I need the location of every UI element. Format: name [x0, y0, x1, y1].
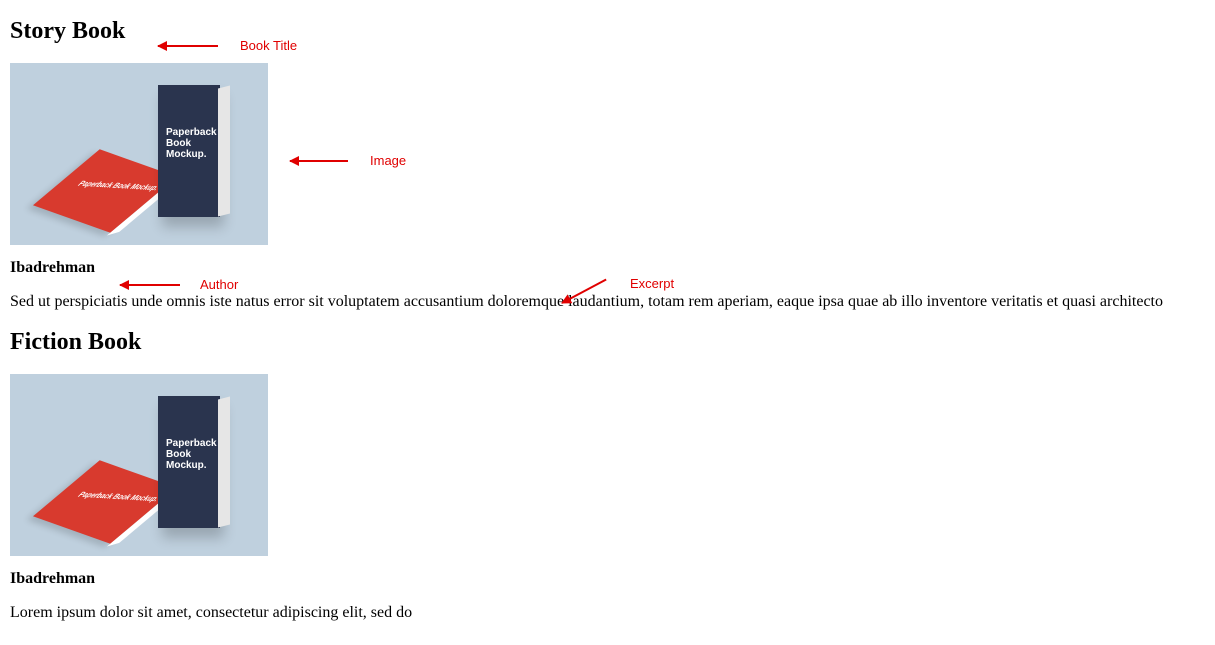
annotation-author: Author	[200, 277, 238, 292]
arrow-icon	[120, 284, 180, 286]
book-red-illustration: Paperback Book Mockup.	[33, 149, 177, 232]
book-image: Paperback Book Mockup. Paperback Book Mo…	[10, 63, 268, 245]
book-image: Paperback Book Mockup. Paperback Book Mo…	[10, 374, 268, 556]
book-title: Story Book	[10, 18, 1215, 45]
arrow-icon	[290, 160, 348, 162]
book-entry: Story Book Paperback Book Mockup. Paperb…	[10, 18, 1215, 311]
book-red-label: Paperback Book Mockup.	[75, 491, 161, 503]
book-excerpt: Lorem ipsum dolor sit amet, consectetur …	[10, 604, 1215, 622]
book-navy-label: Paperback Book Mockup.	[166, 127, 220, 160]
annotation-image: Image	[370, 153, 406, 168]
book-entry: Fiction Book Paperback Book Mockup. Pape…	[10, 329, 1215, 622]
book-navy-label: Paperback Book Mockup.	[166, 438, 220, 471]
book-navy-illustration: Paperback Book Mockup.	[158, 396, 220, 528]
book-red-illustration: Paperback Book Mockup.	[33, 460, 177, 543]
book-author: Ibadrehman	[10, 570, 1215, 588]
book-author: Ibadrehman	[10, 259, 1215, 277]
book-red-label: Paperback Book Mockup.	[75, 180, 161, 192]
book-title: Fiction Book	[10, 329, 1215, 356]
arrow-icon	[158, 45, 218, 47]
book-excerpt: Sed ut perspiciatis unde omnis iste natu…	[10, 293, 1215, 311]
annotation-excerpt: Excerpt	[630, 276, 674, 291]
book-navy-illustration: Paperback Book Mockup.	[158, 85, 220, 217]
